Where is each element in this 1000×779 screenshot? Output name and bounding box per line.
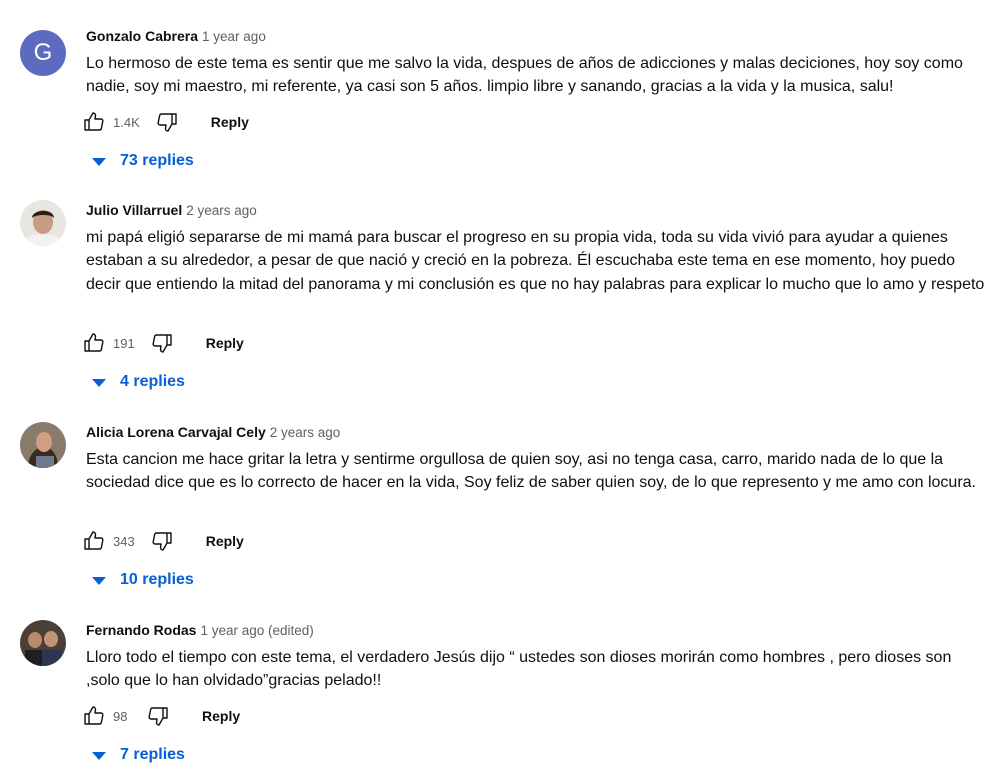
reply-button[interactable]: Reply [202, 708, 240, 724]
avatar-letter: G [33, 39, 53, 66]
comment-actions: 98 Reply [82, 704, 240, 728]
like-count: 98 [113, 708, 128, 724]
comment-header: Alicia Lorena Carvajal Cely 2 years ago [86, 422, 340, 443]
comment-actions: 191 Reply [82, 331, 244, 355]
reply-button[interactable]: Reply [206, 533, 244, 549]
comment-time[interactable]: 1 year ago (edited) [200, 623, 313, 638]
caret-down-icon [92, 158, 106, 166]
comment-text: Lo hermoso de este tema es sentir que me… [86, 55, 963, 96]
like-count: 343 [113, 533, 135, 549]
view-replies-button[interactable]: 73 replies [92, 150, 194, 172]
author-name[interactable]: Alicia Lorena Carvajal Cely [86, 424, 266, 440]
reply-button[interactable]: Reply [206, 335, 244, 351]
like-count: 1.4K [113, 114, 140, 130]
replies-count-label: 73 replies [120, 152, 194, 169]
view-replies-button[interactable]: 7 replies [92, 744, 185, 766]
author-name[interactable]: Fernando Rodas [86, 622, 196, 638]
author-name[interactable]: Gonzalo Cabrera [86, 28, 198, 44]
comment-header: Fernando Rodas 1 year ago (edited) [86, 620, 314, 641]
caret-down-icon [92, 752, 106, 760]
comment-actions: 1.4K Reply [82, 110, 249, 134]
avatar[interactable] [20, 200, 66, 246]
thumb-down-icon[interactable] [155, 110, 179, 134]
comment-text: mi papá eligió separarse de mi mamá para… [86, 229, 985, 293]
view-replies-button[interactable]: 4 replies [92, 371, 185, 393]
replies-count-label: 7 replies [120, 746, 185, 763]
replies-count-label: 4 replies [120, 373, 185, 390]
thumb-down-icon[interactable] [150, 331, 174, 355]
comment-header: Julio Villarruel 2 years ago [86, 200, 257, 221]
caret-down-icon [92, 577, 106, 585]
avatar[interactable] [20, 620, 66, 666]
thumb-up-icon[interactable] [82, 704, 106, 728]
view-replies-button[interactable]: 10 replies [92, 569, 194, 591]
comment-actions: 343 Reply [82, 529, 244, 553]
comment-header: Gonzalo Cabrera 1 year ago [86, 26, 266, 47]
thumb-up-icon[interactable] [82, 529, 106, 553]
thumb-down-icon[interactable] [150, 529, 174, 553]
thumb-down-icon[interactable] [146, 704, 170, 728]
replies-count-label: 10 replies [120, 571, 194, 588]
avatar[interactable]: G [20, 30, 66, 76]
comment-time[interactable]: 2 years ago [186, 203, 257, 218]
thumb-up-icon[interactable] [82, 331, 106, 355]
comment-text: Lloro todo el tiempo con este tema, el v… [86, 649, 952, 690]
reply-button[interactable]: Reply [211, 114, 249, 130]
author-name[interactable]: Julio Villarruel [86, 202, 182, 218]
comment-time[interactable]: 1 year ago [202, 29, 266, 44]
avatar[interactable] [20, 422, 66, 468]
thumb-up-icon[interactable] [82, 110, 106, 134]
comment-time[interactable]: 2 years ago [270, 425, 341, 440]
caret-down-icon [92, 379, 106, 387]
comment-text: Esta cancion me hace gritar la letra y s… [86, 451, 976, 492]
like-count: 191 [113, 335, 135, 351]
